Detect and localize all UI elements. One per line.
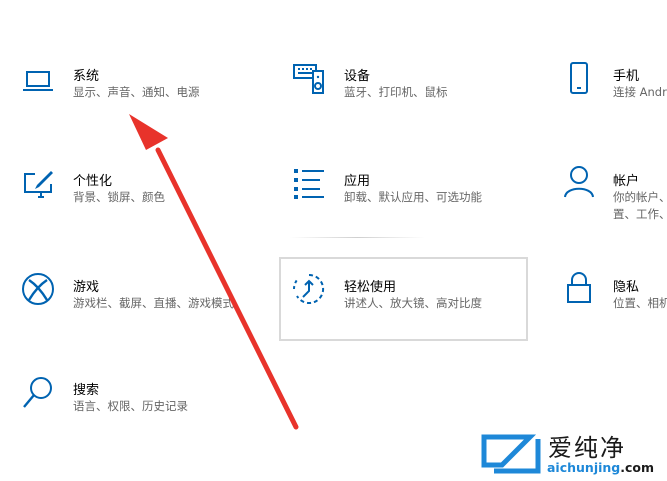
- tile-desc: 讲述人、放大镜、高对比度: [344, 296, 482, 310]
- tile-title: 手机: [613, 69, 640, 84]
- watermark-url-main: aichunjing: [547, 460, 621, 475]
- paint-monitor-icon: [21, 168, 55, 202]
- apps-list-icon: [292, 166, 326, 200]
- tile-title: 个性化: [73, 174, 113, 189]
- tile-apps[interactable]: 应用 卸载、默认应用、可选功能: [280, 160, 550, 220]
- tile-title: 隐私: [613, 280, 640, 295]
- tile-title: 设备: [344, 69, 371, 84]
- tile-gaming[interactable]: 游戏 游戏栏、截屏、直播、游戏模式: [0, 268, 270, 328]
- tile-desc: 游戏栏、截屏、直播、游戏模式: [73, 296, 234, 310]
- tile-system[interactable]: 系统 显示、声音、通知、电源: [0, 55, 270, 115]
- tile-desc: 语言、权限、历史记录: [73, 399, 188, 413]
- search-icon: [21, 375, 55, 409]
- ease-of-access-icon: [292, 272, 326, 306]
- tile-search[interactable]: 搜索 语言、权限、历史记录: [0, 373, 270, 433]
- watermark-url-tld: .com: [620, 460, 655, 475]
- tile-desc: 置、工作、: [613, 207, 667, 221]
- tile-accounts[interactable]: 帐户 你的帐户、 置、工作、: [556, 160, 667, 230]
- tile-desc: 你的帐户、: [613, 190, 667, 204]
- tile-ease-of-access[interactable]: 轻松使用 讲述人、放大镜、高对比度: [280, 268, 528, 328]
- tile-title: 系统: [73, 69, 100, 84]
- tile-title: 轻松使用: [344, 280, 397, 295]
- watermark-text: 爱纯净: [548, 434, 626, 462]
- keyboard-speaker-icon: [292, 61, 326, 95]
- xbox-icon: [21, 272, 55, 306]
- tile-desc: 蓝牙、打印机、鼠标: [344, 85, 448, 99]
- tile-desc: 显示、声音、通知、电源: [73, 85, 200, 99]
- watermark-url: aichunjing.com: [547, 460, 654, 475]
- divider: [290, 237, 425, 238]
- tile-title: 游戏: [73, 280, 100, 295]
- tile-title: 帐户: [613, 174, 640, 189]
- tile-privacy[interactable]: 隐私 位置、相机: [556, 268, 667, 328]
- tile-desc: 位置、相机: [613, 296, 667, 310]
- tile-title: 应用: [344, 174, 371, 189]
- tile-title: 搜索: [73, 383, 100, 398]
- tile-personalization[interactable]: 个性化 背景、锁屏、颜色: [0, 160, 270, 220]
- laptop-icon: [21, 63, 55, 97]
- tile-devices[interactable]: 设备 蓝牙、打印机、鼠标: [280, 55, 550, 115]
- phone-icon: [562, 61, 596, 95]
- tile-phone[interactable]: 手机 连接 Andr: [556, 55, 667, 115]
- tile-desc: 卸载、默认应用、可选功能: [344, 190, 482, 204]
- lock-icon: [562, 270, 596, 304]
- person-icon: [562, 164, 596, 198]
- tile-desc: 背景、锁屏、颜色: [73, 190, 165, 204]
- tile-desc: 连接 Andr: [613, 85, 667, 99]
